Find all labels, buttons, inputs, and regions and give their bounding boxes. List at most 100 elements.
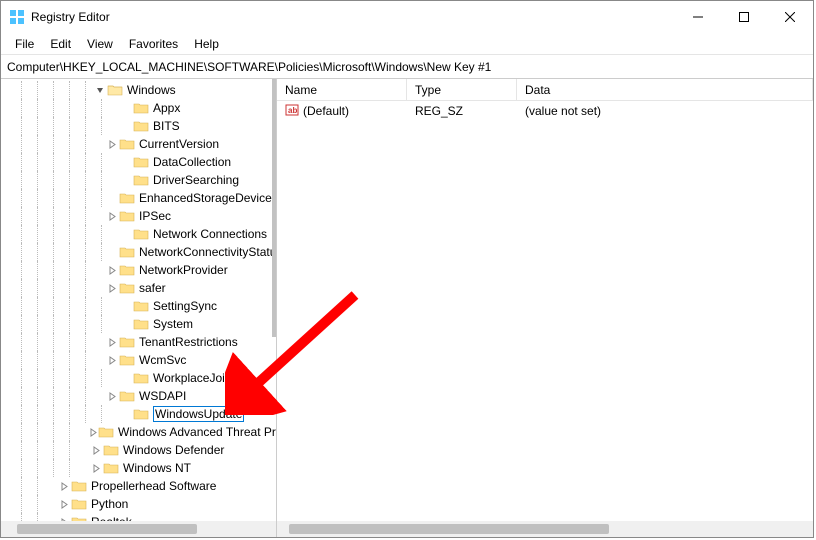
content-area: Windows AppxBITS CurrentVersion DataCollect… [1,79,813,537]
tree-expander[interactable] [57,500,71,509]
tree-node[interactable]: Windows [1,81,276,99]
tree-node-label: NetworkProvider [139,263,228,277]
col-name[interactable]: Name [277,79,407,100]
tree-node[interactable]: WindowsUpdate [1,405,276,423]
folder-icon [133,155,149,169]
close-button[interactable] [767,1,813,33]
tree-node[interactable]: SettingSync [1,297,276,315]
tree-node-label: DriverSearching [153,173,239,187]
tree-node[interactable]: Propellerhead Software [1,477,276,495]
col-data[interactable]: Data [517,79,813,100]
registry-tree[interactable]: Windows AppxBITS CurrentVersion DataCollect… [1,79,276,537]
tree-node-label: Python [91,497,128,511]
window-controls [675,1,813,33]
tree-node-label: TenantRestrictions [139,335,238,349]
tree-node[interactable]: BITS [1,117,276,135]
tree-node-label: Windows [127,83,176,97]
values-hscroll[interactable] [277,521,813,537]
tree-node-label: CurrentVersion [139,137,219,151]
tree-node[interactable]: safer [1,279,276,297]
tree-expander[interactable] [57,482,71,491]
tree-expander[interactable] [89,428,98,437]
folder-icon [119,191,135,205]
folder-icon [133,299,149,313]
tree-node-label: Propellerhead Software [91,479,216,493]
tree-expander[interactable] [93,86,107,95]
maximize-button[interactable] [721,1,767,33]
tree-node[interactable]: WcmSvc [1,351,276,369]
folder-icon [119,389,135,403]
tree-node[interactable]: Windows Defender [1,441,276,459]
minimize-button[interactable] [675,1,721,33]
tree-node[interactable]: DriverSearching [1,171,276,189]
folder-icon [119,245,135,259]
value-data: (value not set) [517,104,813,118]
menubar: File Edit View Favorites Help [1,33,813,55]
menu-favorites[interactable]: Favorites [121,35,186,53]
folder-icon [133,317,149,331]
tree-node-label: SettingSync [153,299,217,313]
tree-node[interactable]: Network Connections [1,225,276,243]
tree-node[interactable]: System [1,315,276,333]
tree-expander[interactable] [105,284,119,293]
folder-icon [119,263,135,277]
menu-file[interactable]: File [7,35,42,53]
registry-value-row[interactable]: ab(Default)REG_SZ(value not set) [277,101,813,121]
tree-node[interactable]: Appx [1,99,276,117]
tree-expander[interactable] [105,392,119,401]
menu-view[interactable]: View [79,35,121,53]
tree-expander[interactable] [89,464,103,473]
tree-node[interactable]: CurrentVersion [1,135,276,153]
tree-node-label: WindowsUpdate [153,406,244,422]
folder-icon [133,407,149,421]
values-list[interactable]: ab(Default)REG_SZ(value not set) [277,101,813,521]
tree-node[interactable]: NetworkProvider [1,261,276,279]
tree-expander[interactable] [105,338,119,347]
tree-node-label: EnhancedStorageDevices [139,191,276,205]
app-icon [9,9,25,25]
value-type: REG_SZ [407,104,517,118]
col-type[interactable]: Type [407,79,517,100]
tree-hscroll-thumb[interactable] [17,524,197,534]
tree-node-label: IPSec [139,209,171,223]
menu-help[interactable]: Help [186,35,227,53]
tree-expander[interactable] [105,212,119,221]
tree-node[interactable]: NetworkConnectivityStatusIndicator [1,243,276,261]
folder-icon [133,119,149,133]
folder-icon [98,425,114,439]
tree-expander[interactable] [105,140,119,149]
values-hscroll-thumb[interactable] [289,524,609,534]
titlebar: Registry Editor [1,1,813,33]
address-bar[interactable]: Computer\HKEY_LOCAL_MACHINE\SOFTWARE\Pol… [1,55,813,79]
tree-node[interactable]: WSDAPI [1,387,276,405]
folder-icon [133,371,149,385]
tree-node[interactable]: DataCollection [1,153,276,171]
tree-node[interactable]: Windows Advanced Threat Protection [1,423,276,441]
tree-node[interactable]: WorkplaceJoin [1,369,276,387]
tree-pane: Windows AppxBITS CurrentVersion DataCollect… [1,79,277,537]
tree-node[interactable]: TenantRestrictions [1,333,276,351]
registry-editor-window: Registry Editor File Edit View Favorites… [0,0,814,538]
tree-expander[interactable] [105,356,119,365]
tree-hscroll[interactable] [1,521,276,537]
folder-icon [119,209,135,223]
tree-node[interactable]: Python [1,495,276,513]
tree-node-label: WorkplaceJoin [153,371,231,385]
tree-expander[interactable] [89,446,103,455]
tree-node-label: WSDAPI [139,389,186,403]
folder-icon [71,497,87,511]
address-text: Computer\HKEY_LOCAL_MACHINE\SOFTWARE\Pol… [7,60,491,74]
tree-node-label: NetworkConnectivityStatusIndicator [139,245,276,259]
tree-node[interactable]: EnhancedStorageDevices [1,189,276,207]
tree-vscroll-thumb[interactable] [272,79,276,337]
tree-node[interactable]: IPSec [1,207,276,225]
tree-node[interactable]: Windows NT [1,459,276,477]
tree-node-label: Windows Advanced Threat Protection [118,425,276,439]
menu-edit[interactable]: Edit [42,35,79,53]
tree-expander[interactable] [105,266,119,275]
folder-icon [133,173,149,187]
values-pane: Name Type Data ab(Default)REG_SZ(value n… [277,79,813,537]
value-name: (Default) [303,104,349,118]
folder-icon [71,479,87,493]
tree-node-label: Network Connections [153,227,267,241]
